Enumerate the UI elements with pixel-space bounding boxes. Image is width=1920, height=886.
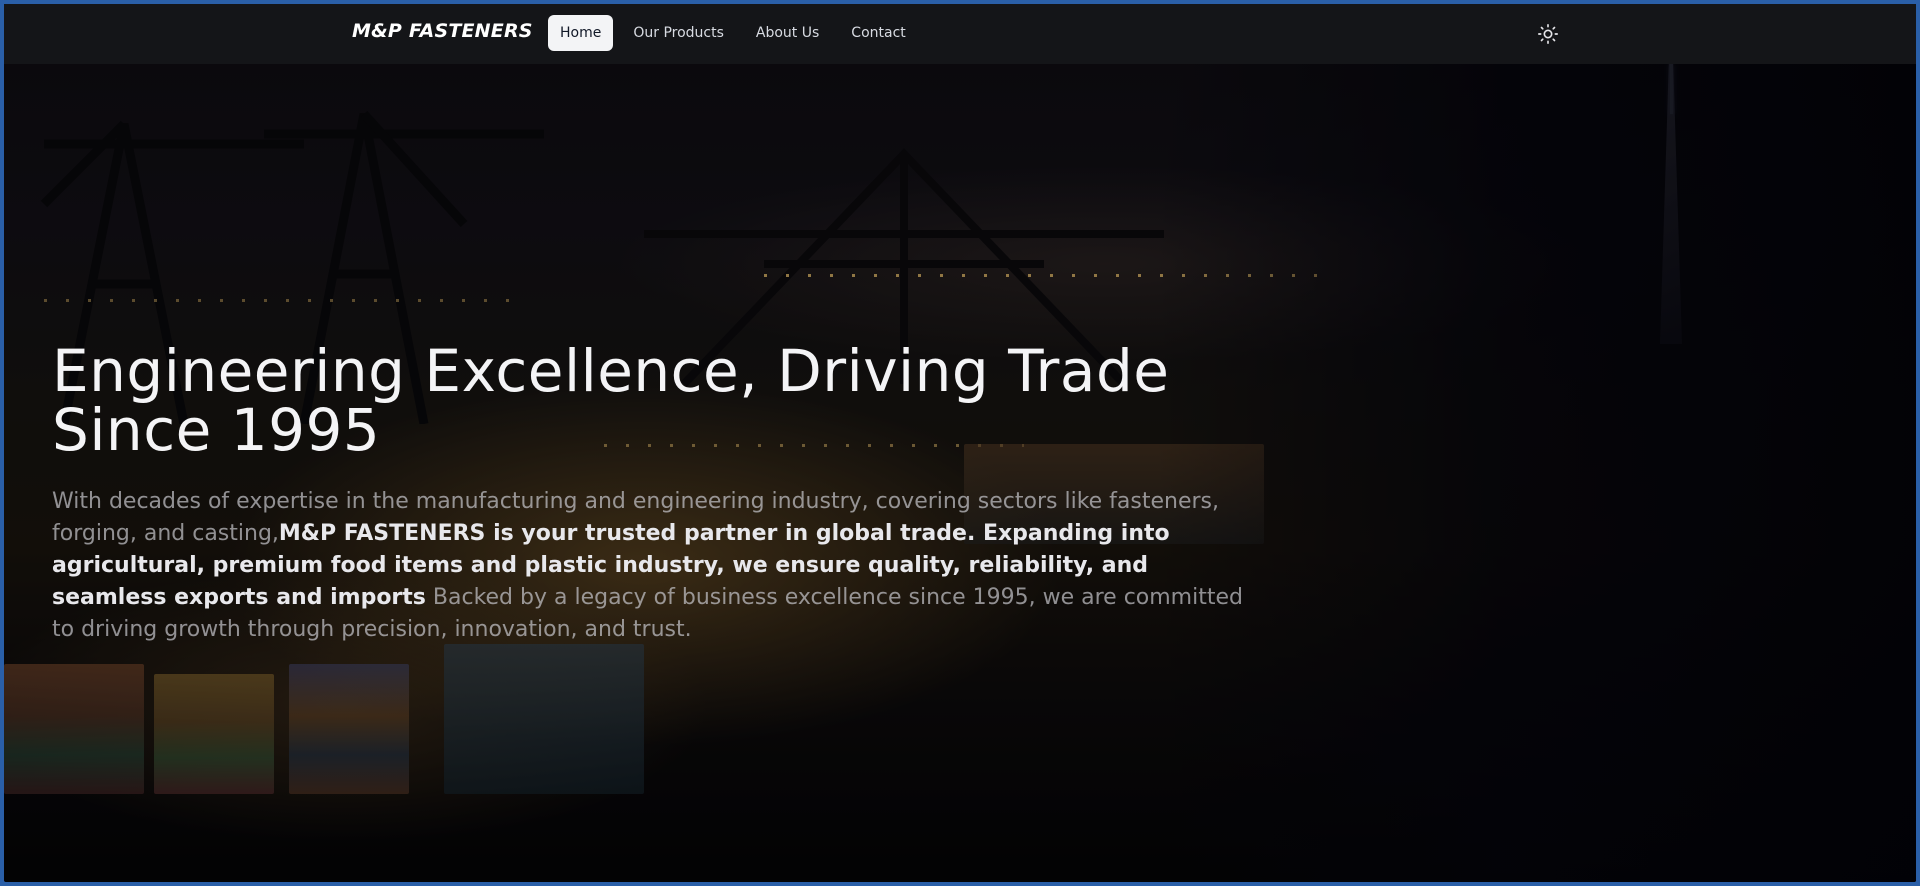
hero-title-line-2: Since 1995 bbox=[52, 396, 381, 464]
hero-section: Engineering Excellence, Driving Trade Si… bbox=[52, 342, 1272, 646]
hero-description: With decades of expertise in the manufac… bbox=[52, 486, 1262, 646]
hero-title: Engineering Excellence, Driving Trade Si… bbox=[52, 342, 1272, 460]
top-navbar: M&P FASTENERS Home Our Products About Us… bbox=[4, 4, 1916, 64]
hero-title-line-1: Engineering Excellence, Driving Trade bbox=[52, 337, 1170, 405]
nav-item-about-us[interactable]: About Us bbox=[744, 15, 831, 51]
sun-icon bbox=[1538, 24, 1558, 44]
nav-item-our-products[interactable]: Our Products bbox=[621, 15, 736, 51]
nav-item-contact[interactable]: Contact bbox=[839, 15, 917, 51]
nav-item-home[interactable]: Home bbox=[548, 15, 614, 51]
theme-toggle-button[interactable] bbox=[1534, 20, 1562, 48]
brand-logo[interactable]: M&P FASTENERS bbox=[352, 20, 533, 42]
nav-links: Home Our Products About Us Contact bbox=[548, 15, 918, 51]
page-viewport: Engineering Excellence, Driving Trade Si… bbox=[4, 4, 1916, 882]
